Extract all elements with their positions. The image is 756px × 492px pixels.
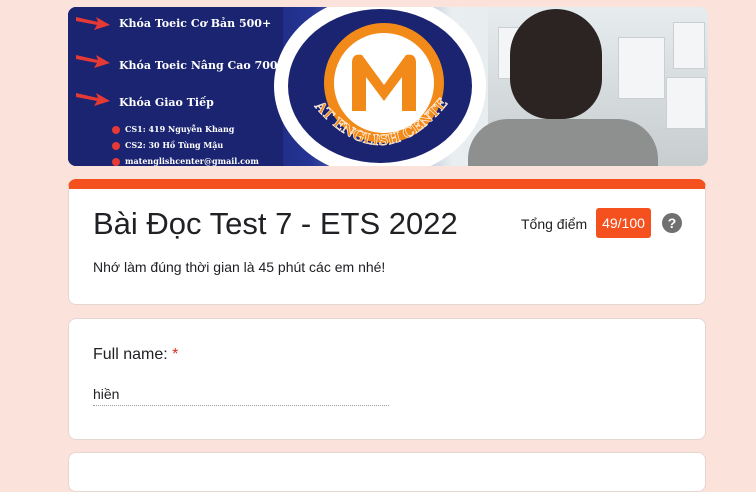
form-title: Bài Đọc Test 7 - ETS 2022 xyxy=(93,206,458,241)
contact-line: CS1: 419 Nguyễn Khang xyxy=(112,124,234,134)
question-label: Full name: * xyxy=(93,346,178,364)
course-item: Khóa Toeic Nâng Cao 700+ xyxy=(119,59,287,72)
header-banner-image: Khóa Toeic Cơ Bản 500+ Khóa Toeic Nâng C… xyxy=(68,7,708,166)
person-shirt xyxy=(468,119,658,166)
logo-ring-text: MAT ENGLISH CENTER xyxy=(288,9,451,150)
required-asterisk: * xyxy=(172,346,179,363)
full-name-input[interactable] xyxy=(93,383,389,406)
contact-text: matenglishcenter@gmail.com xyxy=(125,156,259,166)
course-item: Khóa Giao Tiếp xyxy=(119,96,214,109)
total-score-label: Tổng điểm xyxy=(521,216,588,232)
person-head xyxy=(510,9,602,119)
contact-text: CS2: 30 Hồ Tùng Mậu xyxy=(125,140,224,150)
logo-text: MAT ENGLISH CENTER xyxy=(288,9,451,150)
contact-line: CS2: 30 Hồ Tùng Mậu xyxy=(112,140,223,150)
contact-text: CS1: 419 Nguyễn Khang xyxy=(125,124,235,134)
email-icon xyxy=(112,158,120,166)
help-icon[interactable]: ? xyxy=(662,213,682,233)
arrow-icon xyxy=(76,93,110,106)
contact-line: matenglishcenter@gmail.com xyxy=(112,156,259,166)
location-pin-icon xyxy=(112,142,120,150)
course-item: Khóa Toeic Cơ Bản 500+ xyxy=(119,17,272,30)
question-text: Full name: xyxy=(93,346,168,363)
arrow-icon xyxy=(76,55,110,68)
location-pin-icon xyxy=(112,126,120,134)
banner-course-panel: Khóa Toeic Cơ Bản 500+ Khóa Toeic Nâng C… xyxy=(68,7,287,166)
next-question-card xyxy=(68,452,706,492)
arrow-icon xyxy=(76,17,110,30)
form-header-card: Bài Đọc Test 7 - ETS 2022 Tổng điểm 49/1… xyxy=(68,179,706,305)
question-card: Full name: * xyxy=(68,318,706,440)
svg-text:MAT ENGLISH CENTER: MAT ENGLISH CENTER xyxy=(288,9,451,149)
center-logo: MAT ENGLISH CENTER xyxy=(274,7,486,166)
score-badge: 49/100 xyxy=(596,208,651,238)
form-description: Nhớ làm đúng thời gian là 45 phút các em… xyxy=(93,259,386,275)
